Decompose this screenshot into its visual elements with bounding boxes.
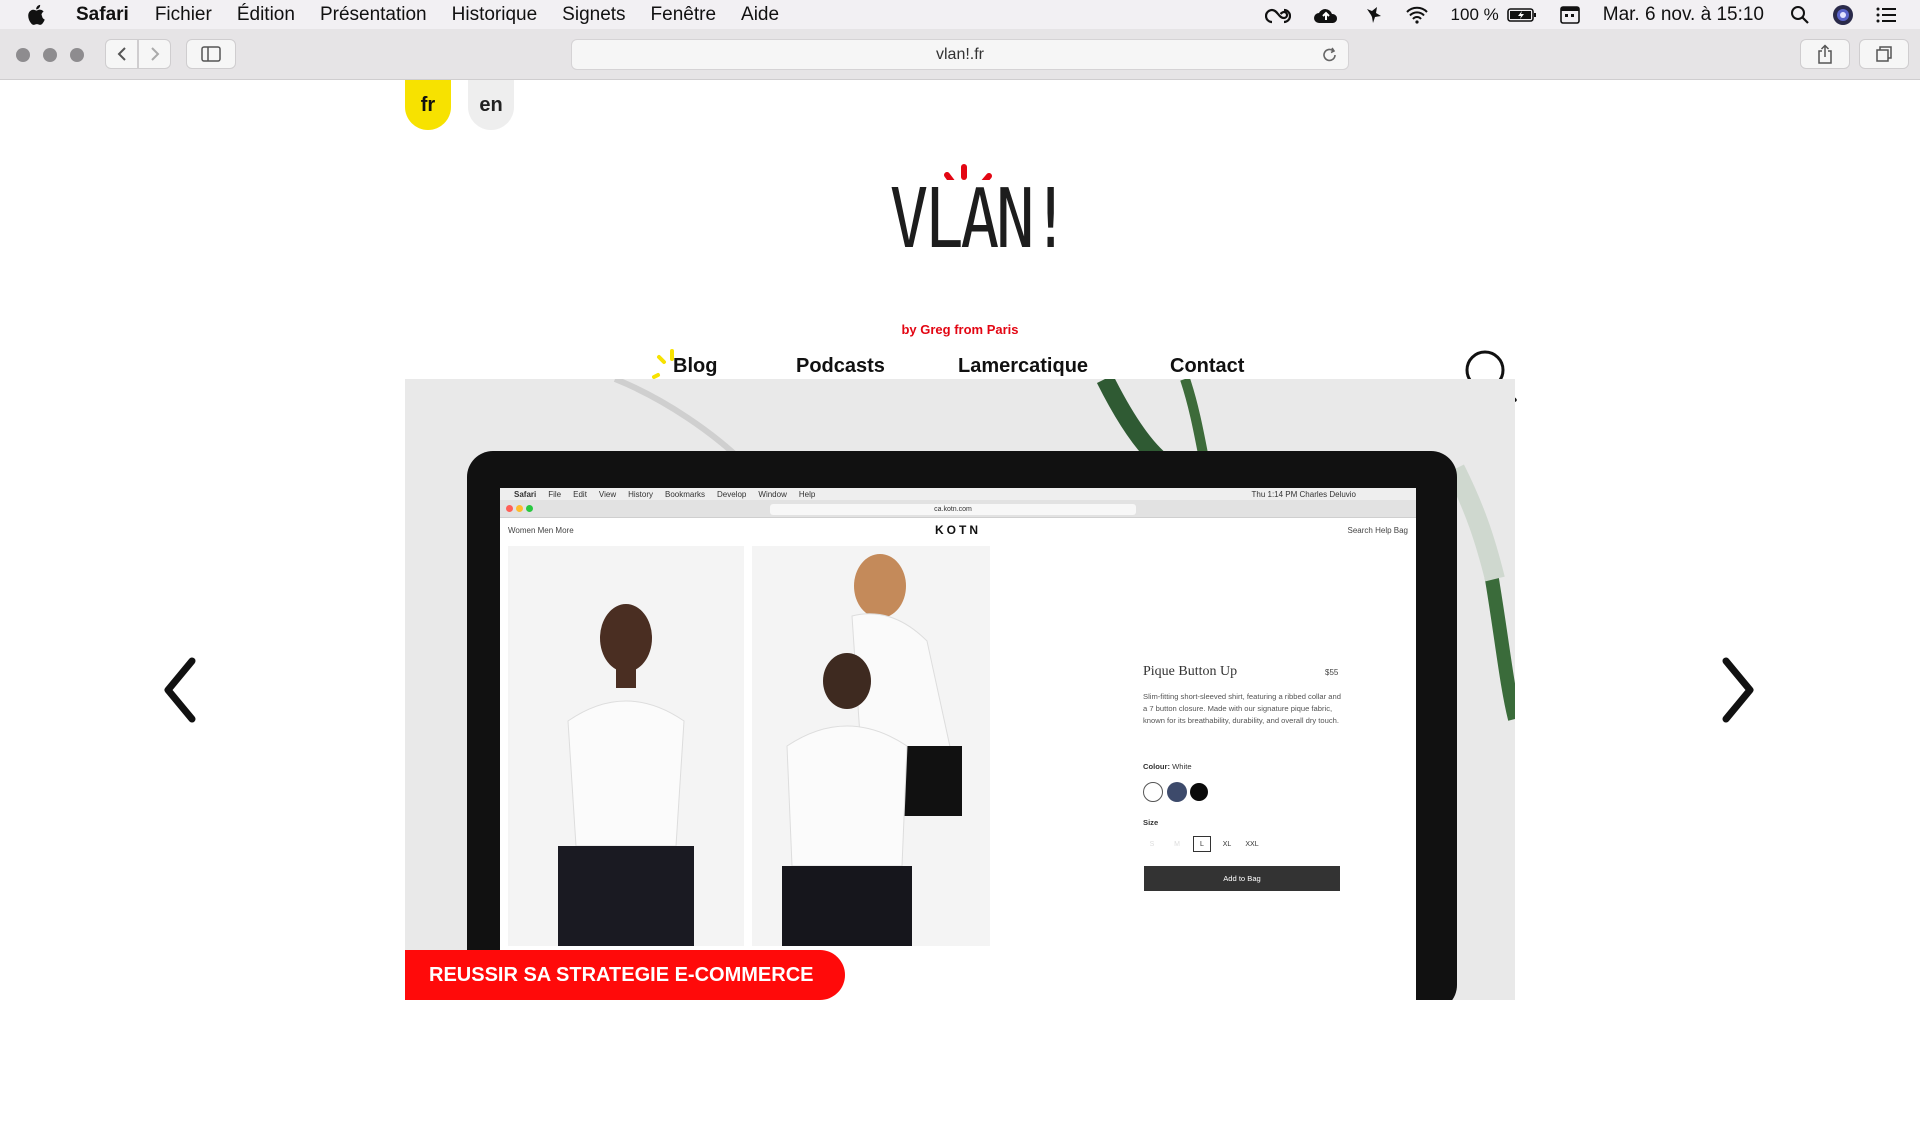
size-l: L bbox=[1193, 836, 1211, 852]
forward-button[interactable] bbox=[138, 39, 171, 69]
product-description: Slim-fitting short-sleeved shirt, featur… bbox=[1143, 692, 1341, 725]
mock-menu-item: Edit bbox=[573, 489, 587, 499]
swatch-navy bbox=[1167, 782, 1187, 802]
mock-menu-item: Safari bbox=[514, 489, 537, 499]
mock-menu-item: Help bbox=[798, 489, 816, 499]
mock-nav-right: Search Help Bag bbox=[1347, 526, 1408, 535]
menu-edition[interactable]: Édition bbox=[237, 4, 295, 26]
chevron-right-icon bbox=[1722, 657, 1754, 723]
mock-zoom-dot bbox=[526, 505, 533, 512]
swatch-white bbox=[1143, 782, 1163, 802]
colour-value: White bbox=[1172, 762, 1192, 771]
menu-aide[interactable]: Aide bbox=[741, 4, 779, 26]
share-button[interactable] bbox=[1800, 39, 1850, 69]
nav-contact[interactable]: Contact bbox=[1170, 355, 1244, 378]
product-photo-2 bbox=[752, 546, 990, 946]
model-photo-icon bbox=[508, 546, 744, 946]
menubar-datetime[interactable]: Mar. 6 nov. à 15:10 bbox=[1603, 4, 1764, 26]
language-fr-button[interactable]: fr bbox=[405, 80, 451, 130]
mock-menu-item: Develop bbox=[717, 489, 747, 499]
swatch-black bbox=[1190, 783, 1208, 801]
mock-menubar: Safari File Edit View History Bookmarks … bbox=[500, 488, 1416, 500]
cloud-upload-icon[interactable] bbox=[1313, 6, 1339, 24]
mock-browser-bar: ca.kotn.com bbox=[500, 500, 1416, 518]
menu-signets[interactable]: Signets bbox=[562, 4, 625, 26]
nav-podcasts[interactable]: Podcasts bbox=[796, 355, 885, 378]
tool-icon[interactable] bbox=[1361, 5, 1383, 25]
share-icon bbox=[1818, 44, 1832, 64]
carousel-next-button[interactable] bbox=[1718, 655, 1758, 725]
address-bar[interactable]: vlan!.fr bbox=[571, 39, 1349, 70]
size-m: M bbox=[1174, 840, 1180, 848]
chevron-left-icon bbox=[117, 47, 126, 61]
spotlight-icon[interactable] bbox=[1790, 5, 1810, 25]
creative-cloud-icon[interactable] bbox=[1264, 6, 1291, 24]
colour-label: Colour: bbox=[1143, 762, 1170, 771]
size-xl: XL bbox=[1222, 840, 1232, 848]
apple-icon[interactable] bbox=[26, 4, 48, 26]
mock-status-right: Thu 1:14 PM Charles Deluvio bbox=[1251, 489, 1357, 499]
laptop-screen: Safari File Edit View History Bookmarks … bbox=[500, 488, 1416, 1000]
mock-min-dot bbox=[516, 505, 523, 512]
mock-close-dot bbox=[506, 505, 513, 512]
mock-menu-item: File bbox=[548, 489, 562, 499]
models-photo-icon bbox=[752, 546, 990, 946]
language-en-button[interactable]: en bbox=[468, 80, 514, 130]
tabs-overview-button[interactable] bbox=[1859, 39, 1909, 69]
product-title: Pique Button Up bbox=[1143, 664, 1238, 679]
window-minimize-button[interactable] bbox=[43, 48, 57, 62]
battery-percent: 100 % bbox=[1450, 4, 1499, 24]
product-colour: Colour: White bbox=[1143, 762, 1192, 771]
nav-lamercatique[interactable]: Lamercatique bbox=[958, 355, 1088, 378]
reload-icon[interactable] bbox=[1322, 46, 1338, 69]
menu-presentation[interactable]: Présentation bbox=[320, 4, 427, 26]
mock-menu-item: Bookmarks bbox=[665, 489, 706, 499]
carousel-slide-image[interactable]: Safari File Edit View History Bookmarks … bbox=[405, 379, 1515, 1000]
menu-fichier[interactable]: Fichier bbox=[155, 4, 212, 26]
macos-menubar: Safari Fichier Édition Présentation Hist… bbox=[0, 0, 1920, 29]
battery-icon[interactable] bbox=[1506, 7, 1537, 23]
mock-menu-item: View bbox=[598, 489, 617, 499]
menu-fenetre[interactable]: Fenêtre bbox=[651, 4, 716, 26]
url-text: vlan!.fr bbox=[935, 45, 984, 63]
size-label: Size bbox=[1143, 818, 1159, 827]
window-close-button[interactable] bbox=[16, 48, 30, 62]
size-xxl: XXL bbox=[1245, 840, 1259, 848]
mock-menu-item: Window bbox=[758, 489, 787, 499]
back-button[interactable] bbox=[105, 39, 138, 69]
product-photo-1 bbox=[508, 546, 744, 946]
logo-tagline: by Greg from Paris bbox=[901, 322, 1019, 337]
window-zoom-button[interactable] bbox=[70, 48, 84, 62]
sidebar-toggle-button[interactable] bbox=[186, 39, 236, 69]
nav-blog[interactable]: Blog bbox=[673, 355, 717, 378]
add-to-bag-button: Add to Bag bbox=[1144, 866, 1340, 891]
chevron-right-icon bbox=[150, 47, 159, 61]
site-logo[interactable]: VLAN! by Greg from Paris bbox=[870, 130, 1070, 337]
sidebar-icon bbox=[201, 46, 221, 62]
logo-wordmark: VLAN! bbox=[889, 172, 1070, 267]
browser-toolbar: vlan!.fr bbox=[0, 29, 1920, 80]
product-price: $55 bbox=[1325, 668, 1339, 677]
menu-app-name[interactable]: Safari bbox=[76, 4, 129, 26]
wifi-icon[interactable] bbox=[1405, 6, 1429, 24]
calendar-icon[interactable] bbox=[1559, 5, 1581, 25]
carousel-caption[interactable]: REUSSIR SA STRATEGIE E-COMMERCE bbox=[405, 950, 846, 1000]
carousel-prev-button[interactable] bbox=[160, 655, 200, 725]
mock-url: ca.kotn.com bbox=[770, 504, 1136, 515]
siri-icon[interactable] bbox=[1832, 4, 1854, 26]
size-s: S bbox=[1149, 840, 1155, 848]
mock-menu-item: History bbox=[628, 489, 654, 499]
mock-brand: KOTN bbox=[935, 523, 981, 537]
menu-historique[interactable]: Historique bbox=[452, 4, 538, 26]
tabs-icon bbox=[1876, 46, 1892, 62]
notification-center-icon[interactable] bbox=[1876, 7, 1896, 23]
chevron-left-icon bbox=[164, 657, 196, 723]
